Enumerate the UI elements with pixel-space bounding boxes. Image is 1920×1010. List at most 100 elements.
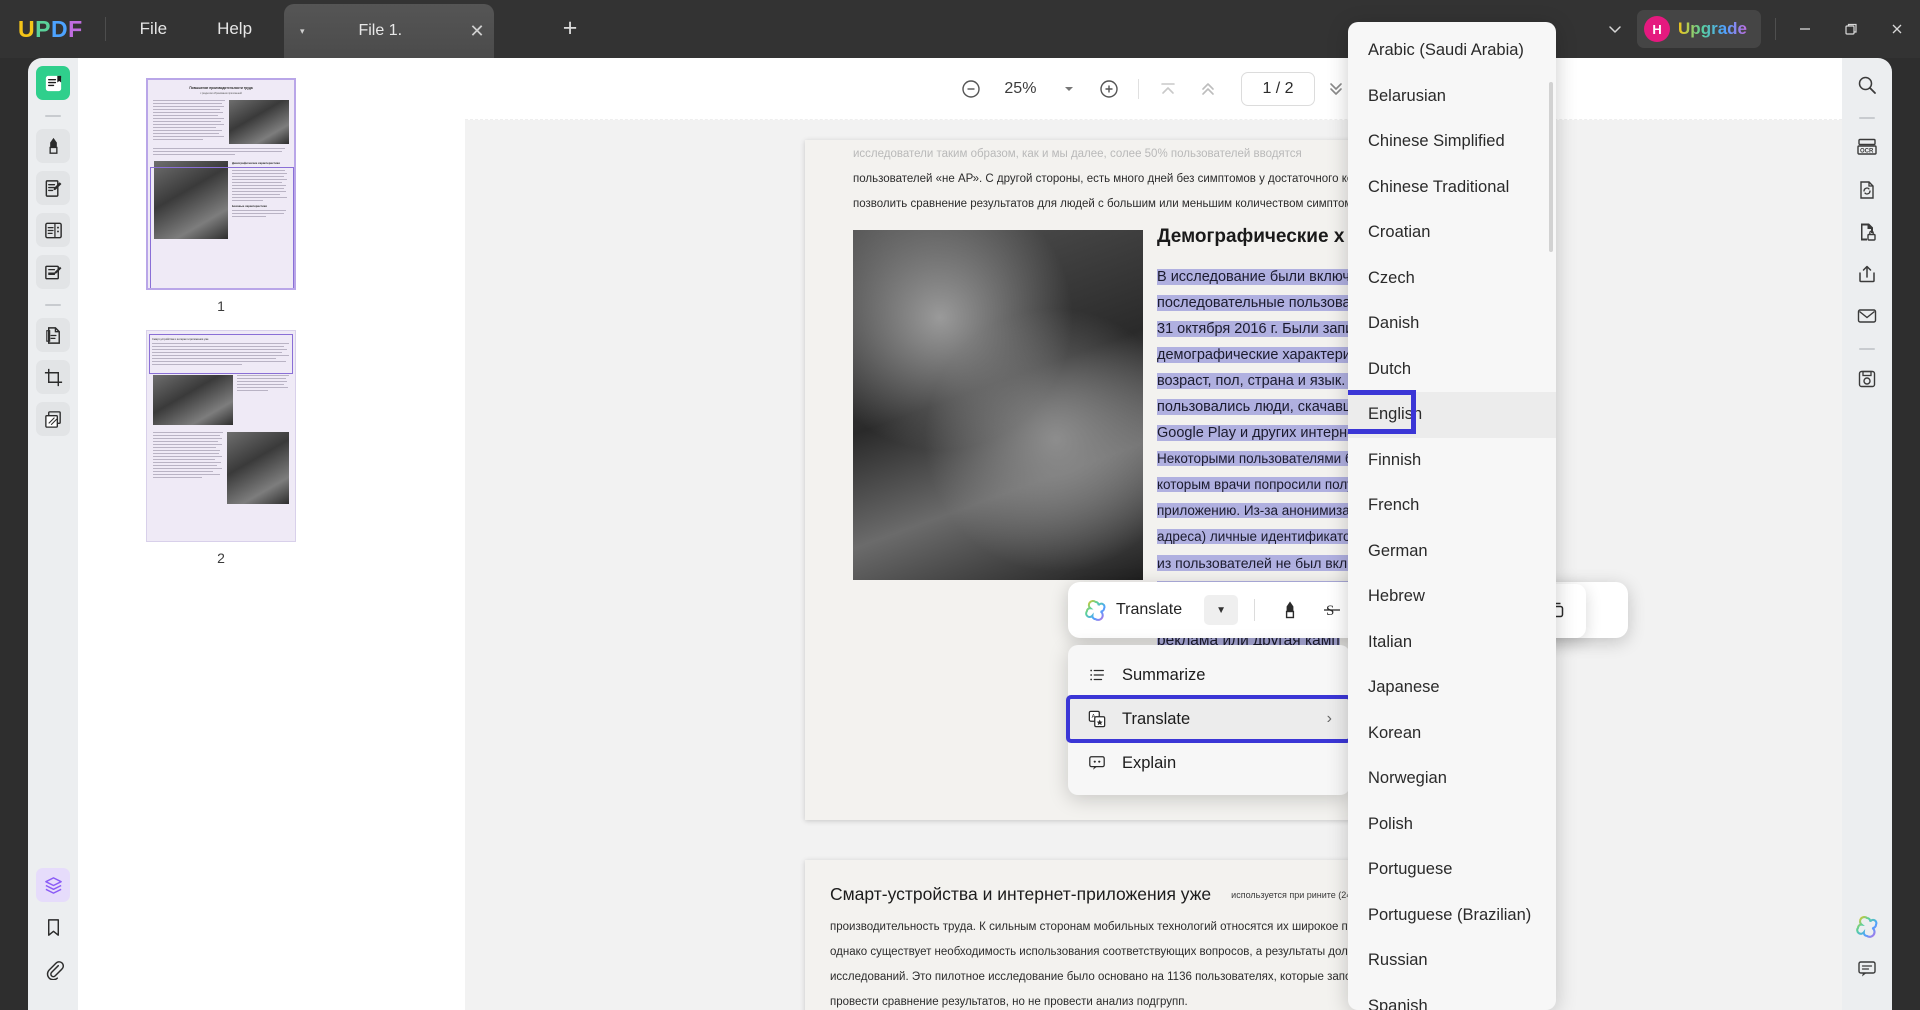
language-item-german[interactable]: German: [1348, 529, 1556, 575]
sidebar-item-fill-sign[interactable]: [36, 255, 70, 289]
convert-icon[interactable]: [1850, 173, 1884, 207]
translate-dropdown-button[interactable]: ▼: [1204, 595, 1238, 625]
language-item-chinese-simplified[interactable]: Chinese Simplified: [1348, 119, 1556, 165]
document-page-2: Смарт-устройства и интернет-приложения у…: [805, 860, 1438, 1010]
language-item-french[interactable]: French: [1348, 483, 1556, 529]
thumbnail-page-2[interactable]: Смарт-устройства и интернет-приложения у…: [146, 330, 296, 566]
language-item-dutch[interactable]: Dutch: [1348, 347, 1556, 393]
language-item-belarusian[interactable]: Belarusian: [1348, 74, 1556, 120]
hl-line-1: последовательные пользова: [1157, 295, 1351, 311]
context-menu-item-explain[interactable]: Explain: [1068, 741, 1350, 785]
toolbar-separator: [1138, 79, 1139, 99]
page2-line-1: однако существует необходимость использо…: [830, 940, 1430, 965]
context-menu-item-translate[interactable]: A Translate ›: [1068, 697, 1350, 741]
language-item-hebrew[interactable]: Hebrew: [1348, 574, 1556, 620]
email-icon[interactable]: [1850, 299, 1884, 333]
hl-line-4: возраст, пол, страна и язык. «: [1157, 373, 1357, 389]
sidebar-item-edit-pdf[interactable]: [36, 171, 70, 205]
sidebar-item-bookmarks[interactable]: [36, 910, 70, 944]
chevron-down-icon[interactable]: [1593, 21, 1637, 37]
sidebar-item-batch-process[interactable]: [36, 402, 70, 436]
new-tab-button[interactable]: +: [553, 12, 587, 46]
main-content-area: Повышение производительности труда с раз…: [78, 58, 1842, 1010]
hl-line-5: пользовались люди, скачавш: [1157, 399, 1354, 415]
ocr-icon[interactable]: OCR: [1850, 131, 1884, 165]
page-indicator[interactable]: 1 / 2: [1241, 72, 1314, 106]
language-item-english[interactable]: English: [1348, 392, 1556, 438]
tab-title: File 1.: [305, 22, 460, 40]
zoom-dropdown-icon[interactable]: [1050, 70, 1088, 108]
sidebar-item-convert[interactable]: [36, 318, 70, 352]
language-item-finnish[interactable]: Finnish: [1348, 438, 1556, 484]
save-icon[interactable]: [1850, 362, 1884, 396]
left-rail-bottom-group: [28, 868, 78, 994]
share-icon[interactable]: [1850, 257, 1884, 291]
comment-icon[interactable]: [1850, 952, 1884, 986]
hl-line-2: 31 октября 2016 г. Были запи: [1157, 321, 1353, 337]
thumbnail-page-1[interactable]: Повышение производительности труда с раз…: [146, 78, 296, 314]
language-item-polish[interactable]: Polish: [1348, 802, 1556, 848]
search-icon[interactable]: [1850, 68, 1884, 102]
protect-icon[interactable]: [1850, 215, 1884, 249]
first-page-button[interactable]: [1149, 70, 1187, 108]
thumbnail-image-1: Повышение производительности труда с раз…: [146, 78, 296, 290]
hl-line-6: Google Play и других интерне: [1157, 425, 1355, 441]
language-menu-scrollbar[interactable]: [1549, 82, 1553, 252]
language-item-chinese-traditional[interactable]: Chinese Traditional: [1348, 165, 1556, 211]
menu-file[interactable]: File: [124, 13, 183, 45]
page2-line-2: исследований. Это пилотное исследование …: [830, 965, 1430, 990]
sidebar-item-layers[interactable]: [36, 868, 70, 902]
language-item-arabic[interactable]: Arabic (Saudi Arabia): [1348, 28, 1556, 74]
right-rail-divider-2: [1859, 348, 1875, 350]
zoom-in-button[interactable]: [1090, 70, 1128, 108]
right-tool-rail: OCR: [1842, 58, 1892, 1010]
language-item-croatian[interactable]: Croatian: [1348, 210, 1556, 256]
translate-quick-label: Translate: [1116, 601, 1182, 619]
context-menu-item-summarize[interactable]: Summarize: [1068, 653, 1350, 697]
zoom-out-button[interactable]: [952, 70, 990, 108]
page-thumbnails-panel[interactable]: Повышение производительности труда с раз…: [78, 58, 465, 1010]
ai-assistant-icon[interactable]: [1850, 910, 1884, 944]
language-submenu[interactable]: Arabic (Saudi Arabia) Belarusian Chinese…: [1348, 22, 1556, 1010]
sidebar-item-reader-mode[interactable]: [36, 66, 70, 100]
language-item-spanish[interactable]: Spanish: [1348, 984, 1556, 1010]
zoom-level-value[interactable]: 25%: [992, 80, 1048, 98]
language-item-japanese[interactable]: Japanese: [1348, 665, 1556, 711]
language-item-russian[interactable]: Russian: [1348, 938, 1556, 984]
hl-line-10: адреса) личные идентификатор: [1157, 529, 1358, 544]
doc-line-0: исследователи таким образом, как и мы да…: [853, 142, 1413, 167]
menu-help[interactable]: Help: [201, 13, 268, 45]
context-menu-label-explain: Explain: [1122, 754, 1176, 773]
avatar: H: [1644, 16, 1670, 42]
maximize-restore-button[interactable]: [1828, 0, 1874, 58]
sidebar-item-annotate[interactable]: [36, 129, 70, 163]
sidebar-item-crop-page[interactable]: [36, 360, 70, 394]
language-item-norwegian[interactable]: Norwegian: [1348, 756, 1556, 802]
previous-page-button[interactable]: [1189, 70, 1227, 108]
sidebar-item-organize-pages[interactable]: [36, 213, 70, 247]
logo-letter-f: F: [68, 16, 83, 43]
language-item-portuguese[interactable]: Portuguese: [1348, 847, 1556, 893]
language-item-korean[interactable]: Korean: [1348, 711, 1556, 757]
tab-close-icon[interactable]: ✕: [460, 21, 494, 42]
document-tab[interactable]: ▾ File 1. ✕: [284, 4, 494, 58]
strikethrough-icon[interactable]: S: [1313, 591, 1351, 629]
language-item-czech[interactable]: Czech: [1348, 256, 1556, 302]
document-viewport[interactable]: исследователи таким образом, как и мы да…: [465, 120, 1842, 1010]
translate-quick-button[interactable]: Translate: [1084, 599, 1182, 622]
language-item-portuguese-brazilian[interactable]: Portuguese (Brazilian): [1348, 893, 1556, 939]
translate-icon: A: [1086, 710, 1108, 728]
hl-line-7: Некоторыми пользователями б: [1157, 451, 1353, 466]
language-item-italian[interactable]: Italian: [1348, 620, 1556, 666]
doc-line-1: пользователей «не АР». С другой стороны,…: [853, 167, 1413, 192]
context-menu-label-translate: Translate: [1122, 710, 1190, 729]
titlebar-divider: [105, 17, 106, 41]
language-item-danish[interactable]: Danish: [1348, 301, 1556, 347]
upgrade-button[interactable]: H Upgrade: [1637, 10, 1761, 48]
sidebar-item-attachments[interactable]: [36, 952, 70, 986]
logo-letter-u: U: [18, 16, 35, 43]
close-window-button[interactable]: [1874, 0, 1920, 58]
highlight-icon[interactable]: [1271, 591, 1309, 629]
minimize-button[interactable]: [1782, 0, 1828, 58]
ai-context-menu[interactable]: Summarize A Translate › Explain: [1068, 645, 1350, 795]
